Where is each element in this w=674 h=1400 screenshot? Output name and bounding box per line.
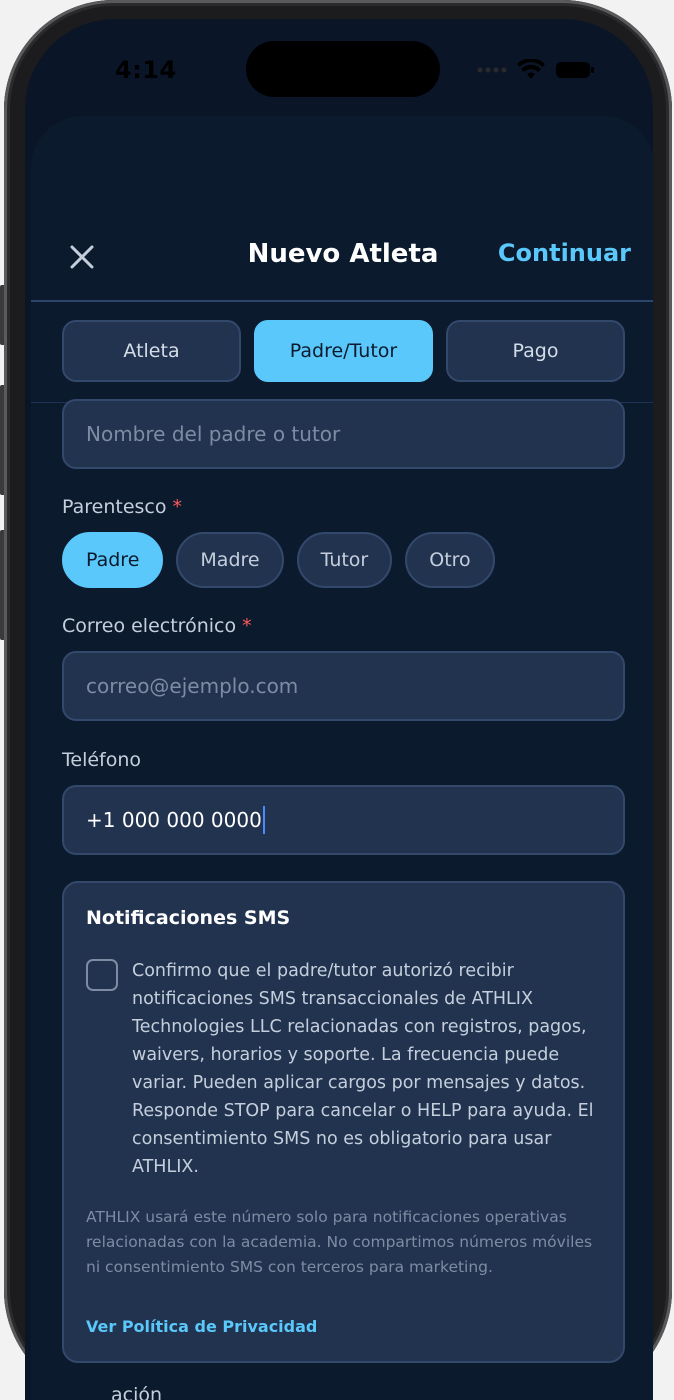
- text-caret: [262, 806, 265, 834]
- phone-input[interactable]: +1 000 000 0000: [62, 785, 625, 855]
- phone-frame: 4:14 Nuevo Atleta Continuar Atleta Padre…: [4, 0, 672, 1400]
- continue-button[interactable]: Continuar: [498, 239, 631, 267]
- guardian-name-input[interactable]: Nombre del padre o tutor: [62, 399, 625, 469]
- tab-payment[interactable]: Pago: [446, 320, 625, 382]
- relationship-option-tutor[interactable]: Tutor: [296, 532, 393, 588]
- required-mark: *: [242, 615, 252, 637]
- wifi-icon: [517, 59, 545, 79]
- sheet-header: Nuevo Atleta Continuar: [31, 116, 653, 302]
- privacy-policy-link[interactable]: Ver Política de Privacidad: [86, 1317, 317, 1336]
- step-tabs: Atleta Padre/Tutor Pago: [62, 320, 625, 382]
- next-section-label: ación: [111, 1384, 163, 1400]
- battery-icon: [556, 62, 594, 78]
- relationship-options: Padre Madre Tutor Otro: [62, 532, 495, 588]
- dynamic-island: [246, 41, 440, 97]
- sms-privacy-note: ATHLIX usará este número solo para notif…: [86, 1208, 593, 1276]
- tab-guardian[interactable]: Padre/Tutor: [254, 320, 433, 382]
- phone-value: +1 000 000 0000: [86, 808, 262, 832]
- relationship-option-padre[interactable]: Padre: [62, 532, 164, 588]
- relationship-label: Parentesco *: [62, 496, 183, 518]
- sms-consent-checkbox[interactable]: [86, 959, 118, 991]
- sms-title: Notificaciones SMS: [86, 907, 291, 929]
- status-icons: [477, 59, 595, 81]
- sms-notifications-card: Notificaciones SMS Confirmo que el padre…: [62, 881, 625, 1363]
- required-mark: *: [172, 496, 183, 518]
- phone-label: Teléfono: [62, 749, 142, 771]
- email-label: Correo electrónico *: [62, 615, 252, 637]
- new-athlete-sheet: Nuevo Atleta Continuar Atleta Padre/Tuto…: [31, 116, 653, 1400]
- relationship-option-madre[interactable]: Madre: [176, 532, 284, 588]
- tab-athlete[interactable]: Atleta: [62, 320, 241, 382]
- screen: 4:14 Nuevo Atleta Continuar Atleta Padre…: [25, 19, 653, 1400]
- relationship-option-otro[interactable]: Otro: [405, 532, 495, 588]
- signal-icon: [477, 67, 507, 73]
- sms-consent-text: Confirmo que el padre/tutor autorizó rec…: [132, 961, 594, 1177]
- email-input[interactable]: correo@ejemplo.com: [62, 651, 625, 721]
- header-divider: [31, 300, 653, 302]
- status-time: 4:14: [115, 56, 177, 84]
